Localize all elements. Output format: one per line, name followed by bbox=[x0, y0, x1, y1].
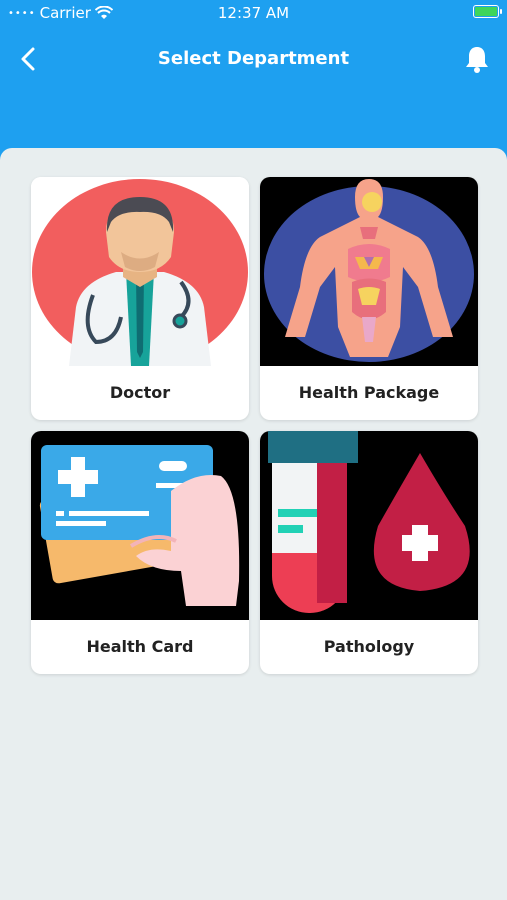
department-label: Health Package bbox=[298, 383, 440, 402]
status-time: 12:37 AM bbox=[217, 4, 290, 22]
battery-icon bbox=[473, 5, 502, 18]
department-card-health-package[interactable]: Health Package bbox=[260, 177, 478, 420]
notification-bell-icon[interactable] bbox=[463, 44, 491, 74]
department-card-doctor[interactable]: Doctor bbox=[31, 177, 249, 420]
department-label: Pathology bbox=[323, 637, 415, 656]
department-card-pathology[interactable]: Pathology bbox=[260, 431, 478, 674]
department-card-health-card[interactable]: Health Card bbox=[31, 431, 249, 674]
header: •••• Carrier 12:37 AM Select Department bbox=[0, 0, 507, 165]
status-bar: •••• Carrier 12:37 AM bbox=[0, 0, 507, 26]
anatomy-icon bbox=[260, 177, 478, 366]
department-label: Doctor bbox=[109, 383, 171, 402]
doctor-icon bbox=[31, 177, 249, 366]
pathology-icon bbox=[260, 431, 478, 620]
health-card-icon bbox=[31, 431, 249, 620]
department-label: Health Card bbox=[86, 637, 194, 656]
page-title: Select Department bbox=[157, 48, 350, 69]
